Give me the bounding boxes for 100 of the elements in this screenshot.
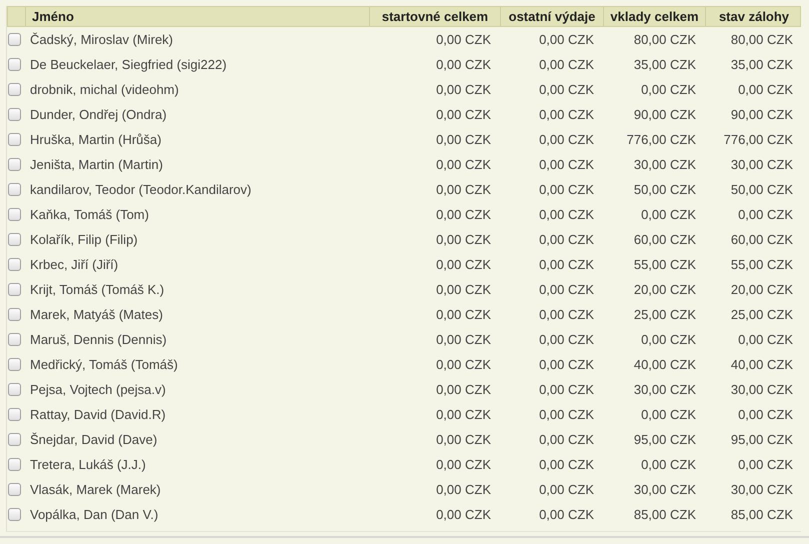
table-cell-text: 0,00 CZK [538,407,595,422]
row-checkbox[interactable] [8,308,21,321]
table-cell-text: 0,00 CZK [435,257,492,272]
table-cell-text: 0,00 CZK [435,207,492,222]
table-cell-text: 0,00 CZK [435,182,492,197]
row-checkbox[interactable] [8,158,21,171]
table-cell-text: 80,00 CZK [730,32,794,47]
table-cell-text: 95,00 CZK [730,432,794,447]
row-checkbox[interactable] [8,58,21,71]
table-cell-text: 0,00 CZK [435,107,492,122]
table-cell-text: 0,00 CZK [435,282,492,297]
player-name: Marek, Matyáš (Mates) [29,307,164,322]
player-name: Vopálka, Dan (Dan V.) [29,507,160,522]
table-cell-text: 40,00 CZK [730,357,794,372]
table-cell-text: 50,00 CZK [632,182,697,197]
row-checkbox[interactable] [8,383,21,396]
table-cell-text: 35,00 CZK [632,57,697,72]
table-cell-text: 0,00 CZK [435,132,492,147]
table-cell-text: 0,00 CZK [435,232,492,247]
table-cell-text: 30,00 CZK [632,157,697,172]
row-checkbox[interactable] [8,433,21,446]
table-cell-text: 30,00 CZK [730,157,794,172]
row-checkbox[interactable] [8,108,21,121]
table-cell-text: 0,00 CZK [538,432,595,447]
row-checkbox[interactable] [8,408,21,421]
column-header[interactable]: ostatní výdaje [500,7,603,26]
table-cell-text: 20,00 CZK [632,282,697,297]
table-cell-text: 0,00 CZK [640,332,697,347]
row-checkbox[interactable] [8,133,21,146]
table-cell-text: 0,00 CZK [640,457,697,472]
table-cell-text: 0,00 CZK [538,457,595,472]
table-cell-text: 0,00 CZK [538,107,595,122]
player-name: Krijt, Tomáš (Tomáš K.) [29,282,166,297]
row-checkbox[interactable] [8,233,21,246]
column-header[interactable]: Jméno [25,7,369,26]
player-name: Rattay, David (David.R) [29,407,167,422]
table-cell-text: 0,00 CZK [538,307,595,322]
row-checkbox[interactable] [8,333,21,346]
row-checkbox[interactable] [8,508,21,521]
table-cell-text: 0,00 CZK [538,207,595,222]
table-cell-text: 0,00 CZK [435,507,492,522]
player-name: Maruš, Dennis (Dennis) [29,332,168,347]
table-cell-text: 30,00 CZK [632,382,697,397]
table-cell-text: 0,00 CZK [640,82,697,97]
column-header[interactable]: vklady celkem [603,7,705,26]
table-cell-text: 0,00 CZK [435,332,492,347]
table-cell-text: 40,00 CZK [632,357,697,372]
table-cell-text: 0,00 CZK [435,157,492,172]
table-cell-text: 0,00 CZK [435,432,492,447]
table-cell-text: 20,00 CZK [730,282,794,297]
player-name: Kolařík, Filip (Filip) [29,232,139,247]
row-checkbox[interactable] [8,458,21,471]
table-cell-text: 25,00 CZK [632,307,697,322]
table-cell-text: 0,00 CZK [538,332,595,347]
table-cell-text: 776,00 CZK [626,132,697,147]
row-checkbox[interactable] [8,283,21,296]
player-name: kandilarov, Teodor (Teodor.Kandilarov) [29,182,252,197]
row-checkbox[interactable] [8,483,21,496]
row-checkbox[interactable] [8,258,21,271]
table-cell-text: 0,00 CZK [737,207,794,222]
table-cell-text: 0,00 CZK [640,207,697,222]
table-cell-text: 30,00 CZK [730,482,794,497]
table-cell-text: 80,00 CZK [632,32,697,47]
table-cell-text: 0,00 CZK [435,457,492,472]
table-cell-text: 60,00 CZK [632,232,697,247]
table-cell-text: 0,00 CZK [538,482,595,497]
table-cell-text: 0,00 CZK [538,182,595,197]
table-cell-text: 55,00 CZK [730,257,794,272]
column-header[interactable]: stav zálohy [705,7,802,26]
table-cell-text: 25,00 CZK [730,307,794,322]
table-cell-text: 0,00 CZK [538,357,595,372]
row-checkbox[interactable] [8,83,21,96]
table-cell-text: 0,00 CZK [538,157,595,172]
player-name: Hruška, Martin (Hrůša) [29,132,162,147]
player-name: Tretera, Lukáš (J.J.) [29,457,147,472]
table-cell-text: 0,00 CZK [737,82,794,97]
table-cell-text: 0,00 CZK [538,257,595,272]
table-cell-text: 0,00 CZK [538,32,595,47]
table-cell-text: 0,00 CZK [435,82,492,97]
table-cell-text: 0,00 CZK [538,507,595,522]
row-checkbox[interactable] [8,208,21,221]
player-name: Kaňka, Tomáš (Tom) [29,207,150,222]
table-cell-text: 90,00 CZK [730,107,794,122]
table-cell-text: 95,00 CZK [632,432,697,447]
table-cell-text: 0,00 CZK [435,407,492,422]
table-cell-text: 0,00 CZK [435,482,492,497]
table-cell-text: 85,00 CZK [730,507,794,522]
table-cell-text: 0,00 CZK [538,232,595,247]
row-checkbox[interactable] [8,183,21,196]
row-checkbox[interactable] [8,358,21,371]
player-name: Čadský, Miroslav (Mirek) [29,32,174,47]
table-cell-text: 0,00 CZK [737,457,794,472]
table-cell-text: 0,00 CZK [538,82,595,97]
row-checkbox[interactable] [8,33,21,46]
table-cell-text: 50,00 CZK [730,182,794,197]
table-cell-text: 30,00 CZK [730,382,794,397]
table-cell-text: 0,00 CZK [435,32,492,47]
player-name: Šnejdar, David (Dave) [29,432,158,447]
column-header[interactable]: startovné celkem [369,7,500,26]
table-cell-text: 0,00 CZK [538,132,595,147]
